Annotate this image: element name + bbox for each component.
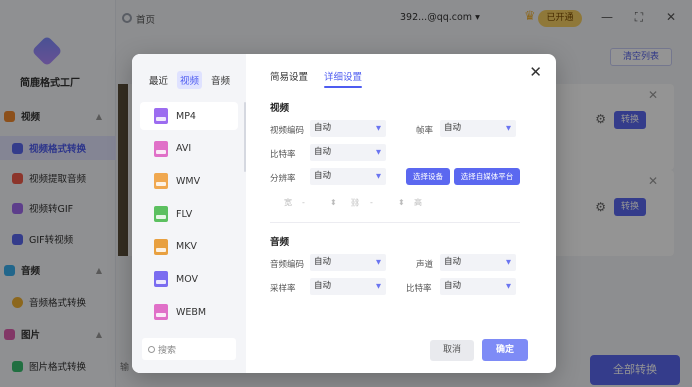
format-label: FLV bbox=[176, 208, 193, 220]
format-search-input[interactable]: 搜索 bbox=[142, 338, 236, 360]
format-label: MOV bbox=[176, 273, 199, 285]
select-platform-button[interactable]: 选择自媒体平台 bbox=[454, 168, 520, 185]
link-ratio-icon[interactable]: ⛓ bbox=[350, 196, 360, 210]
flv-file-icon bbox=[154, 206, 168, 223]
format-list: MP4 AVI WMV FLV MKV MOV WEBM bbox=[140, 102, 238, 331]
format-category-tabs: 最近 视频 音频 bbox=[146, 71, 233, 89]
settings-pane: 简易设置 详细设置 ✕ 视频 视频编码 自动 ▼ 帧率 自动 ▼ 比特率 自动 ▼ 分… bbox=[246, 54, 556, 373]
width-stepper-icon[interactable]: ⬍ bbox=[330, 196, 337, 210]
confirm-button[interactable]: 确定 bbox=[482, 339, 528, 361]
section-divider bbox=[270, 222, 520, 223]
format-label: MP4 bbox=[176, 110, 196, 122]
format-label: WMV bbox=[176, 175, 201, 187]
resolution-select[interactable]: 自动 ▼ bbox=[310, 168, 386, 185]
audio-codec-select[interactable]: 自动 ▼ bbox=[310, 254, 386, 271]
format-label: AVI bbox=[176, 143, 192, 155]
format-item-mov[interactable]: MOV bbox=[140, 265, 238, 293]
format-item-flv[interactable]: FLV bbox=[140, 200, 238, 228]
channel-select[interactable]: 自动 ▼ bbox=[440, 254, 516, 271]
video-codec-select[interactable]: 自动 ▼ bbox=[310, 120, 386, 137]
select-value: 自动 bbox=[314, 147, 332, 157]
search-icon bbox=[148, 345, 155, 353]
dropdown-arrow-icon: ▼ bbox=[376, 124, 381, 132]
wmv-file-icon bbox=[154, 173, 168, 190]
format-item-mp4[interactable]: MP4 bbox=[140, 102, 238, 130]
channel-label: 声道 bbox=[416, 260, 434, 270]
dropdown-arrow-icon: ▼ bbox=[376, 282, 381, 290]
format-item-webm[interactable]: WEBM bbox=[140, 298, 238, 326]
dropdown-arrow-icon: ▼ bbox=[506, 258, 511, 266]
close-icon[interactable]: ✕ bbox=[529, 64, 542, 80]
resolution-label: 分辨率 bbox=[270, 174, 296, 184]
dropdown-arrow-icon: ▼ bbox=[376, 258, 381, 266]
mkv-file-icon bbox=[154, 238, 168, 255]
select-value: 自动 bbox=[314, 171, 332, 181]
audio-bitrate-select[interactable]: 自动 ▼ bbox=[440, 278, 516, 295]
mp4-file-icon bbox=[154, 108, 168, 124]
dropdown-arrow-icon: ▼ bbox=[506, 282, 511, 290]
format-label: MKV bbox=[176, 241, 197, 253]
framerate-select[interactable]: 自动 ▼ bbox=[440, 120, 516, 137]
video-bitrate-select[interactable]: 自动 ▼ bbox=[310, 144, 386, 161]
tab-recent[interactable]: 最近 bbox=[146, 71, 171, 89]
webm-file-icon bbox=[154, 304, 168, 321]
select-value: 自动 bbox=[314, 123, 332, 133]
audio-section-title: 音频 bbox=[270, 237, 290, 248]
format-picker: 最近 视频 音频 MP4 AVI WMV FLV MKV MOV WEBM 搜索 bbox=[132, 54, 246, 373]
tab-video[interactable]: 视频 bbox=[177, 71, 203, 89]
search-placeholder: 搜索 bbox=[158, 345, 177, 356]
video-section-title: 视频 bbox=[270, 103, 290, 114]
format-item-mkv[interactable]: MKV bbox=[140, 233, 238, 261]
framerate-label: 帧率 bbox=[416, 126, 434, 136]
width-label: 宽 bbox=[284, 198, 292, 207]
format-item-wmv[interactable]: WMV bbox=[140, 167, 238, 195]
cancel-button[interactable]: 取消 bbox=[430, 340, 474, 361]
select-value: 自动 bbox=[444, 257, 462, 267]
format-settings-dialog: 最近 视频 音频 MP4 AVI WMV FLV MKV MOV WEBM 搜索… bbox=[132, 54, 556, 373]
samplerate-label: 采样率 bbox=[270, 284, 296, 294]
tab-audio[interactable]: 音频 bbox=[208, 71, 233, 89]
tab-detailed-settings[interactable]: 详细设置 bbox=[324, 69, 363, 88]
select-value: 自动 bbox=[314, 281, 332, 291]
audio-codec-label: 音频编码 bbox=[270, 260, 305, 270]
audio-bitrate-label: 比特率 bbox=[406, 284, 432, 294]
dropdown-arrow-icon: ▼ bbox=[506, 124, 511, 132]
select-value: 自动 bbox=[314, 257, 332, 267]
video-codec-label: 视频编码 bbox=[270, 126, 305, 136]
select-value: 自动 bbox=[444, 281, 462, 291]
format-item-avi[interactable]: AVI bbox=[140, 135, 238, 163]
select-value: 自动 bbox=[444, 123, 462, 133]
height-label: 高 bbox=[414, 198, 422, 207]
dropdown-arrow-icon: ▼ bbox=[376, 148, 381, 156]
dropdown-arrow-icon: ▼ bbox=[376, 172, 381, 180]
mov-file-icon bbox=[154, 271, 168, 288]
avi-file-icon bbox=[154, 140, 168, 157]
samplerate-select[interactable]: 自动 ▼ bbox=[310, 278, 386, 295]
select-device-button[interactable]: 选择设备 bbox=[406, 168, 450, 185]
video-bitrate-label: 比特率 bbox=[270, 150, 296, 160]
tab-simple-settings[interactable]: 简易设置 bbox=[270, 69, 308, 83]
format-label: WEBM bbox=[176, 306, 207, 318]
height-stepper-icon[interactable]: ⬍ bbox=[398, 196, 405, 210]
